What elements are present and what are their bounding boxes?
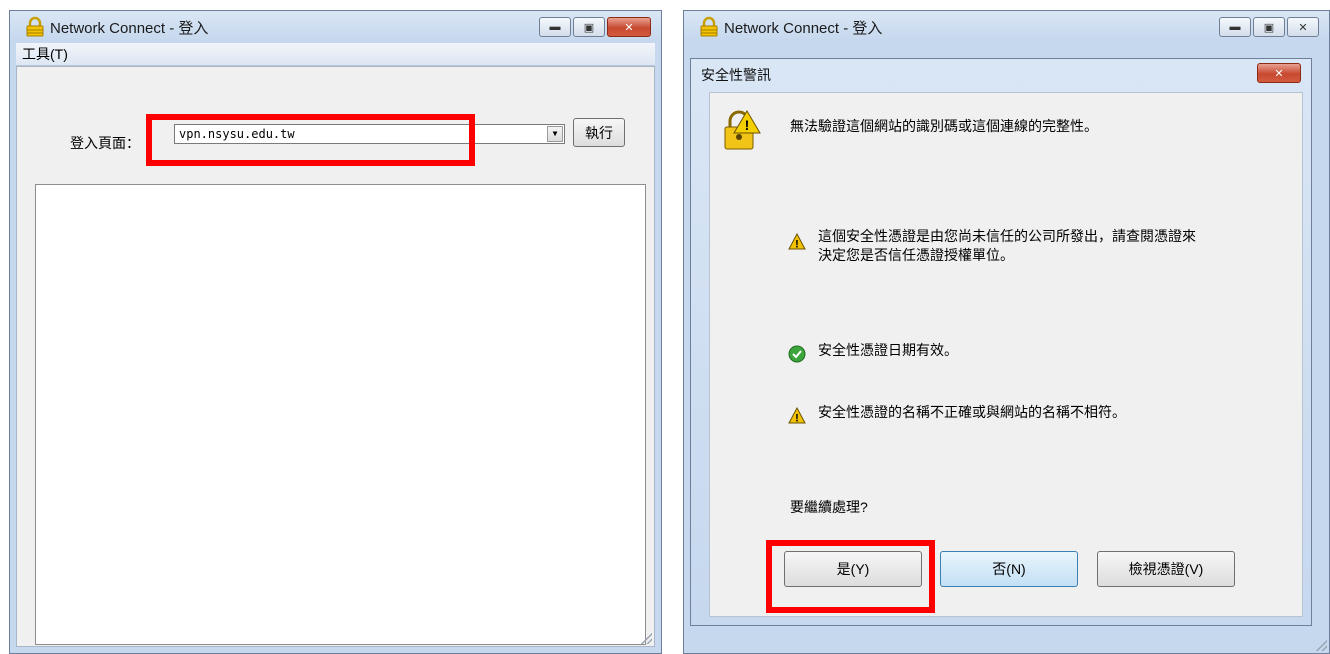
cert-date-valid: 安全性憑證日期有效。: [818, 342, 958, 358]
dropdown-arrow-button[interactable]: ▼: [547, 126, 563, 142]
title-bar[interactable]: Network Connect - 登入 ▬ ▣ ✕: [10, 11, 661, 43]
maximize-button[interactable]: ▣: [1253, 17, 1285, 37]
close-icon: ✕: [1298, 21, 1308, 34]
login-page-label: 登入頁面：: [70, 135, 140, 151]
svg-text:!: !: [795, 239, 799, 251]
maximize-icon: ▣: [1263, 21, 1275, 34]
main-message: 無法驗證這個網站的識別碼或這個連線的完整性。: [790, 118, 1098, 134]
cert-untrusted-line1: 這個安全性憑證是由您尚未信任的公司所發出，請查閱憑證來: [818, 228, 1196, 244]
window-title: Network Connect - 登入: [724, 19, 883, 37]
highlight-box-yes: [766, 540, 935, 613]
maximize-icon: ▣: [583, 21, 595, 34]
close-button[interactable]: ✕: [607, 17, 651, 37]
continue-question: 要繼續處理?: [790, 499, 868, 515]
window-title: Network Connect - 登入: [50, 19, 209, 37]
lock-icon: [24, 16, 46, 38]
view-certificate-button[interactable]: 檢視憑證(V): [1097, 551, 1235, 587]
dialog-close-button[interactable]: ✕: [1257, 63, 1301, 83]
network-connect-login-window: Network Connect - 登入 ▬ ▣ ✕ 工具(T) 登入頁面： v…: [9, 10, 662, 654]
title-bar[interactable]: Network Connect - 登入 ▬ ▣ ✕: [684, 11, 1329, 43]
chevron-down-icon: ▼: [552, 129, 558, 138]
caption-buttons: ▬ ▣ ✕: [1219, 17, 1319, 37]
no-button[interactable]: 否(N): [940, 551, 1078, 587]
dialog-body: ! 無法驗證這個網站的識別碼或這個連線的完整性。 ! 這個安全性憑證是由您尚未信…: [709, 92, 1303, 617]
caption-buttons: ▬ ▣ ✕: [539, 17, 651, 37]
cert-untrusted-line2: 決定您是否信任憑證授權單位。: [818, 247, 1014, 263]
minimize-button[interactable]: ▬: [539, 17, 571, 37]
run-button[interactable]: 執行: [573, 118, 625, 147]
lock-icon: [698, 16, 720, 38]
resize-grip[interactable]: [638, 630, 652, 644]
check-icon: [788, 345, 806, 363]
menu-bar: 工具(T): [16, 43, 655, 66]
cert-name-mismatch: 安全性憑證的名稱不正確或與網站的名稱不相符。: [818, 404, 1126, 420]
maximize-button[interactable]: ▣: [573, 17, 605, 37]
resize-grip[interactable]: [1313, 637, 1327, 651]
login-content-area: [35, 184, 646, 645]
menu-tools[interactable]: 工具(T): [22, 46, 68, 62]
dialog-title: 安全性警訊: [701, 67, 771, 83]
svg-text:!: !: [795, 413, 799, 425]
close-icon: ✕: [1274, 67, 1284, 80]
warning-icon: !: [788, 232, 806, 251]
highlight-box-url: [146, 114, 475, 166]
minimize-icon: ▬: [1229, 21, 1241, 33]
close-icon: ✕: [624, 21, 634, 34]
warning-icon: !: [788, 406, 806, 425]
minimize-button[interactable]: ▬: [1219, 17, 1251, 37]
close-button[interactable]: ✕: [1287, 17, 1319, 37]
minimize-icon: ▬: [549, 21, 561, 33]
svg-text:!: !: [745, 117, 750, 133]
padlock-warning-icon: !: [721, 109, 761, 151]
